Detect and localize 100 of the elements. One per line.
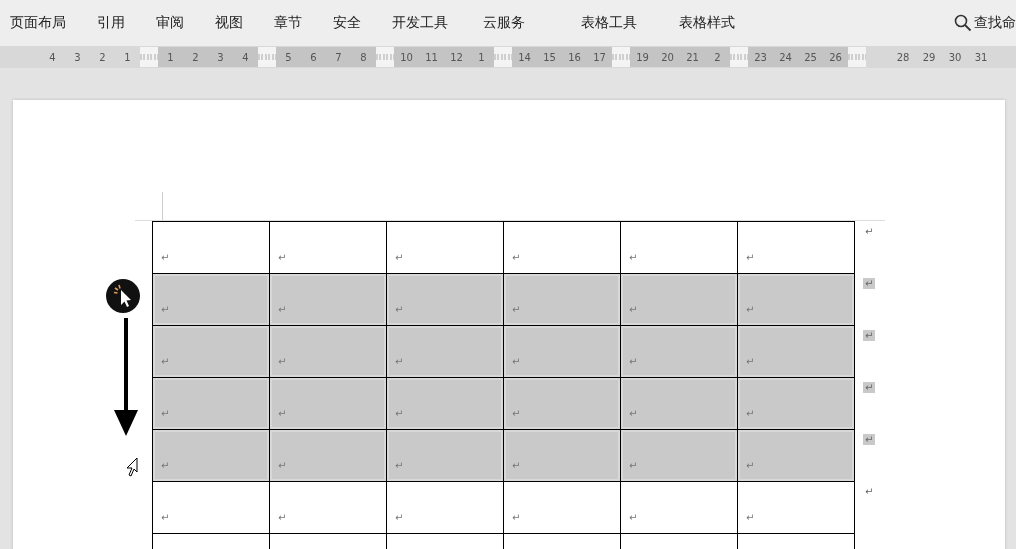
paragraph-mark: ↵ xyxy=(161,460,170,471)
menu-tab[interactable]: 视图 xyxy=(215,14,243,32)
table-cell[interactable]: ↵ xyxy=(269,273,387,326)
paragraph-mark: ↵ xyxy=(746,252,755,263)
paragraph-mark: ↵ xyxy=(278,408,287,419)
ruler-number: 6 xyxy=(309,51,318,63)
table-cell[interactable]: ↵ xyxy=(152,429,270,482)
row-end-mark: ↵ xyxy=(863,330,876,341)
menu-tab[interactable]: 云服务 xyxy=(478,14,530,32)
table-cell[interactable]: ↵ xyxy=(737,429,855,482)
search-icon[interactable] xyxy=(954,14,972,32)
table-cell[interactable]: ↵ xyxy=(386,429,504,482)
ruler-number: 7 xyxy=(334,51,343,63)
paragraph-mark: ↵ xyxy=(512,304,521,315)
ruler-number: 4 xyxy=(241,51,250,63)
row-end-mark: ↵ xyxy=(864,486,875,497)
table-cell[interactable]: ↵ xyxy=(737,273,855,326)
paragraph-mark: ↵ xyxy=(161,408,170,419)
column-marker[interactable] xyxy=(494,47,512,67)
paragraph-mark: ↵ xyxy=(629,304,638,315)
ruler-number: 10 xyxy=(399,51,414,63)
paragraph-mark: ↵ xyxy=(395,356,404,367)
table-cell[interactable]: ↵ xyxy=(386,377,504,430)
menu-tab[interactable]: 页面布局 xyxy=(10,14,66,32)
ruler-number: 14 xyxy=(517,51,532,63)
paragraph-mark: ↵ xyxy=(395,304,404,315)
table-cell[interactable]: ↵ xyxy=(386,273,504,326)
paragraph-mark: ↵ xyxy=(278,460,287,471)
table-cell[interactable]: ↵ xyxy=(152,325,270,378)
paragraph-mark: ↵ xyxy=(278,512,287,523)
table-cell[interactable]: ↵ xyxy=(620,377,738,430)
menu-tab[interactable]: 表格样式 xyxy=(679,14,735,32)
table-cell[interactable]: ↵ xyxy=(152,273,270,326)
menu-tab[interactable]: 审阅 xyxy=(156,14,184,32)
column-marker[interactable] xyxy=(730,47,748,67)
table-cell[interactable]: ↵ xyxy=(269,429,387,482)
ruler-number: 26 xyxy=(828,51,843,63)
paragraph-mark: ↵ xyxy=(629,252,638,263)
ruler-number: 28 xyxy=(895,51,911,63)
table-cell[interactable]: ↵ xyxy=(737,325,855,378)
ruler-number: 24 xyxy=(778,51,793,63)
column-marker[interactable] xyxy=(258,47,276,67)
menu-tab[interactable]: 安全 xyxy=(333,14,361,32)
paragraph-mark: ↵ xyxy=(746,356,755,367)
ruler-number: 1 xyxy=(477,51,486,63)
menu-tab[interactable]: 引用 xyxy=(97,14,125,32)
paragraph-mark: ↵ xyxy=(395,252,404,263)
table-cell[interactable]: ↵ xyxy=(386,325,504,378)
paragraph-mark: ↵ xyxy=(278,356,287,367)
row-end-mark: ↵ xyxy=(863,434,876,445)
column-marker[interactable] xyxy=(848,47,866,67)
paragraph-mark: ↵ xyxy=(161,304,170,315)
table-cell[interactable]: ↵ xyxy=(269,325,387,378)
paragraph-mark: ↵ xyxy=(161,356,170,367)
ruler-number: 30 xyxy=(947,51,963,63)
ruler-number: 5 xyxy=(284,51,293,63)
table-cell[interactable]: ↵ xyxy=(152,221,270,274)
paragraph-mark: ↵ xyxy=(629,460,638,471)
table-cell[interactable]: ↵ xyxy=(503,377,621,430)
ruler-number: 29 xyxy=(921,51,937,63)
row-end-mark: ↵ xyxy=(863,278,876,289)
paragraph-mark: ↵ xyxy=(395,408,404,419)
ruler-number: 12 xyxy=(449,51,464,63)
menu-tab[interactable]: 开发工具 xyxy=(392,14,448,32)
ruler-number: 2 xyxy=(713,51,722,63)
table-cell[interactable]: ↵ xyxy=(737,377,855,430)
cursor-arrow-icon xyxy=(125,457,139,477)
ruler-number: 8 xyxy=(359,51,368,63)
cursor-click-icon xyxy=(105,278,143,316)
table-cell[interactable]: ↵ xyxy=(269,377,387,430)
column-marker[interactable] xyxy=(612,47,630,67)
ruler-number: 4 xyxy=(48,51,57,63)
table-cell[interactable]: ↵ xyxy=(503,429,621,482)
row-end-mark: ↵ xyxy=(863,382,876,393)
menu-tab[interactable]: 表格工具 xyxy=(576,14,642,32)
ruler-number: 16 xyxy=(567,51,582,63)
paragraph-mark: ↵ xyxy=(395,460,404,471)
paragraph-mark: ↵ xyxy=(629,408,638,419)
column-marker[interactable] xyxy=(376,47,394,67)
table-cell[interactable]: ↵ xyxy=(620,325,738,378)
table-cell[interactable]: ↵ xyxy=(152,377,270,430)
paragraph-mark: ↵ xyxy=(395,512,404,523)
ruler-number: 23 xyxy=(753,51,768,63)
table-cell[interactable]: ↵ xyxy=(503,325,621,378)
ruler-number: 2 xyxy=(98,51,107,63)
table-cell[interactable]: ↵ xyxy=(620,273,738,326)
ruler-number: 31 xyxy=(973,51,989,63)
table-cell[interactable]: ↵ xyxy=(620,429,738,482)
paragraph-mark: ↵ xyxy=(746,512,755,523)
search-command-label[interactable]: 查找命 xyxy=(974,14,1016,32)
row-end-mark: ↵ xyxy=(864,226,875,237)
paragraph-mark: ↵ xyxy=(512,460,521,471)
paragraph-mark: ↵ xyxy=(746,460,755,471)
table-cell[interactable]: ↵ xyxy=(737,221,855,274)
paragraph-mark: ↵ xyxy=(161,252,170,263)
table-cell[interactable]: ↵ xyxy=(503,273,621,326)
column-marker[interactable] xyxy=(140,47,158,67)
paragraph-mark: ↵ xyxy=(629,356,638,367)
menu-tab[interactable]: 章节 xyxy=(274,14,302,32)
ruler-number: 3 xyxy=(216,51,225,63)
